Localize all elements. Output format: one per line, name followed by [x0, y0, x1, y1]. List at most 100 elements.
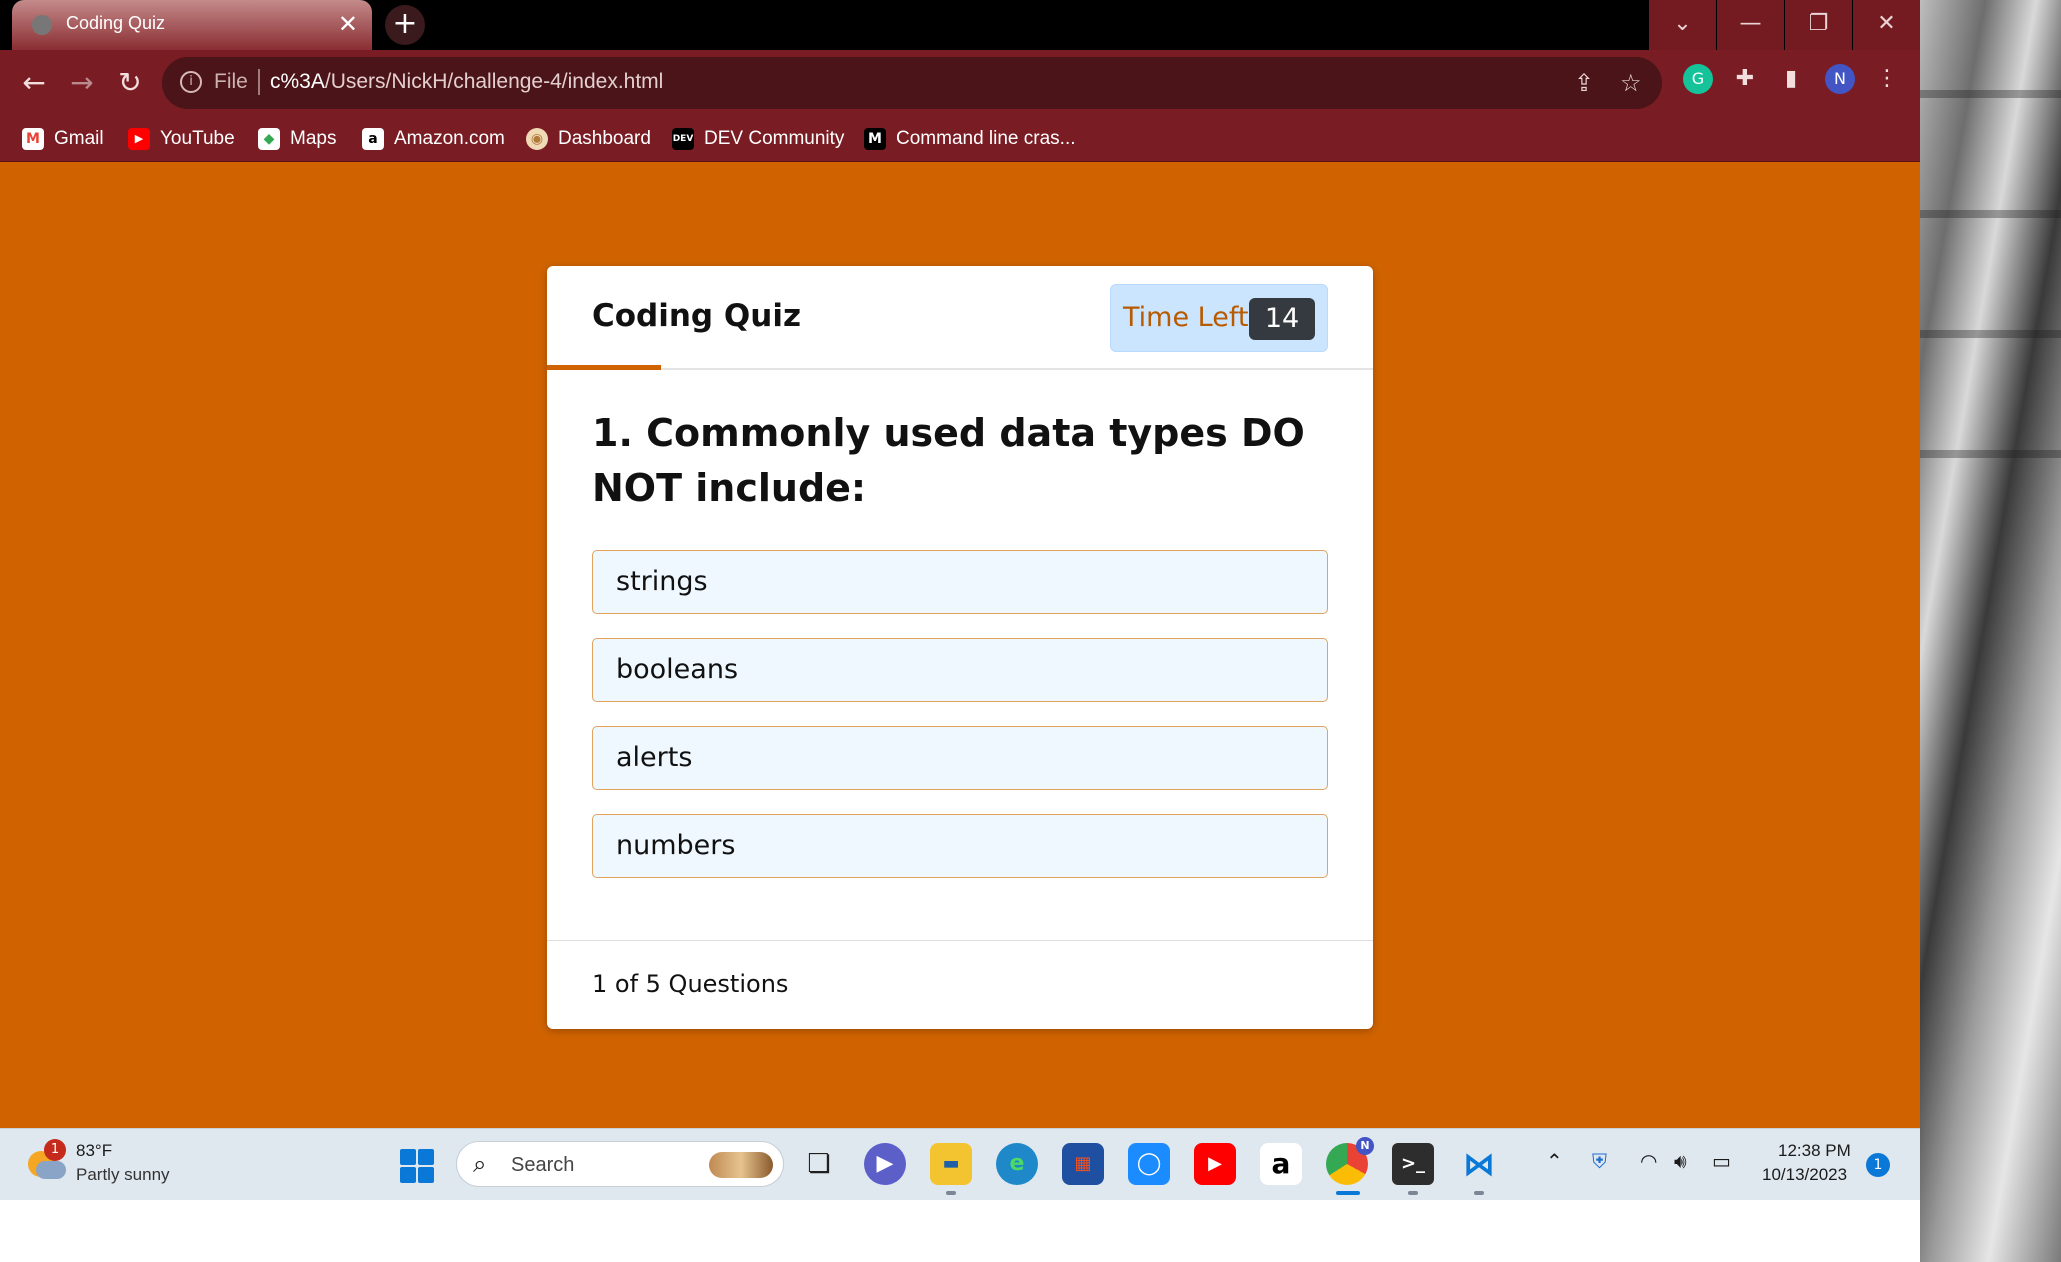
- wallpaper-stripe: [1920, 450, 2061, 458]
- start-windows-icon[interactable]: [400, 1149, 434, 1183]
- scheme-label: File: [214, 70, 248, 93]
- kebab-menu-icon[interactable]: ⋮: [1872, 64, 1902, 94]
- active-indicator: [1336, 1191, 1360, 1195]
- teams-chat-icon[interactable]: ▶: [864, 1143, 906, 1185]
- new-tab-button[interactable]: +: [385, 5, 425, 45]
- answer-option[interactable]: strings: [592, 550, 1328, 614]
- bookmark-command-line[interactable]: M Command line cras...: [864, 127, 1076, 151]
- youtube-app-icon[interactable]: ▶: [1194, 1143, 1236, 1185]
- amazon-app-icon[interactable]: a: [1260, 1143, 1302, 1185]
- question-text: 1. Commonly used data types DO NOT inclu…: [592, 411, 1305, 510]
- answer-option[interactable]: booleans: [592, 638, 1328, 702]
- clock-time[interactable]: 12:38 PM: [1778, 1141, 1851, 1161]
- quiz-footer: 1 of 5 Questions: [547, 940, 1373, 1029]
- timer-value: 14: [1249, 298, 1315, 340]
- timer-box: Time Left 14: [1110, 284, 1328, 352]
- medium-icon: M: [864, 128, 886, 150]
- quiz-title: Coding Quiz: [592, 298, 802, 334]
- bookmark-label: Amazon.com: [394, 128, 505, 149]
- security-shield-icon[interactable]: ⛨: [1592, 1149, 1607, 1173]
- restore-button[interactable]: ❐: [1784, 0, 1852, 50]
- weather-condition: Partly sunny: [76, 1165, 170, 1184]
- battery-icon[interactable]: ▭: [1712, 1149, 1731, 1173]
- notification-badge[interactable]: 1: [1866, 1153, 1890, 1177]
- bookmarks-bar: M Gmail ▶ YouTube ◆ Maps a Amazon.com ◉ …: [0, 116, 1920, 162]
- extensions-puzzle-icon[interactable]: ✚: [1730, 64, 1760, 94]
- close-tab-icon[interactable]: ✕: [338, 10, 358, 38]
- weather-widget[interactable]: 1: [28, 1139, 68, 1183]
- running-indicator: [1474, 1191, 1484, 1195]
- cloud-icon: [36, 1161, 66, 1179]
- reload-icon[interactable]: ↻: [110, 63, 150, 103]
- microsoft-store-icon[interactable]: ▦: [1062, 1143, 1104, 1185]
- share-icon[interactable]: ⇪: [1574, 69, 1594, 97]
- side-panel-icon[interactable]: ▮: [1776, 64, 1806, 94]
- bookmark-label: YouTube: [160, 128, 235, 149]
- bookmark-label: Gmail: [54, 128, 104, 149]
- bookmark-gmail[interactable]: M Gmail: [22, 127, 104, 151]
- alexa-icon[interactable]: ◯: [1128, 1143, 1170, 1185]
- address-bar[interactable]: i File c%3A/Users/NickH/challenge-4/inde…: [162, 57, 1662, 109]
- chrome-profile-badge: N: [1356, 1137, 1374, 1155]
- bookmark-label: Command line cras...: [896, 128, 1076, 149]
- url-host: c%3A: [270, 70, 325, 93]
- maps-icon: ◆: [258, 128, 280, 150]
- answer-option[interactable]: alerts: [592, 726, 1328, 790]
- question-counter: 1 of 5 Questions: [592, 970, 789, 998]
- close-window-button[interactable]: ✕: [1852, 0, 1920, 50]
- bookmark-star-icon[interactable]: ☆: [1620, 69, 1642, 97]
- vscode-icon[interactable]: ⋈: [1458, 1143, 1500, 1185]
- bookmark-label: Maps: [290, 128, 337, 149]
- forward-arrow-icon[interactable]: →: [62, 63, 102, 103]
- weather-badge: 1: [44, 1139, 66, 1161]
- dev-icon: DEV: [672, 128, 694, 150]
- youtube-icon: ▶: [128, 128, 150, 150]
- windows-taskbar: 1 83°F Partly sunny ⌕ Search ❏ ▶ ▬ e ▦ ◯…: [0, 1128, 1920, 1200]
- wifi-icon[interactable]: ◠: [1640, 1149, 1657, 1173]
- minimize-button[interactable]: —: [1716, 0, 1784, 50]
- search-label: Search: [511, 1154, 575, 1176]
- bookmark-dashboard[interactable]: ◉ Dashboard: [526, 127, 651, 151]
- bookmark-maps[interactable]: ◆ Maps: [258, 127, 336, 151]
- answer-option[interactable]: numbers: [592, 814, 1328, 878]
- wallpaper-stripe: [1920, 90, 2061, 98]
- chevron-up-icon[interactable]: ⌃: [1546, 1149, 1563, 1173]
- chrome-icon[interactable]: N: [1326, 1137, 1374, 1185]
- quiz-header: Coding Quiz Time Left 14: [547, 266, 1373, 370]
- info-icon[interactable]: i: [180, 71, 202, 93]
- bookmark-amazon[interactable]: a Amazon.com: [362, 127, 505, 151]
- taskbar-search[interactable]: ⌕ Search: [456, 1141, 784, 1187]
- volume-icon[interactable]: 🔊︎: [1674, 1149, 1687, 1173]
- page-body: Coding Quiz Time Left 14 1. Commonly use…: [0, 162, 1920, 1128]
- tab-search-button[interactable]: ⌄: [1648, 0, 1716, 50]
- url-path: /Users/NickH/challenge-4/index.html: [324, 70, 664, 93]
- profile-avatar[interactable]: N: [1825, 64, 1855, 94]
- globe-icon: [32, 15, 52, 35]
- omnibox-divider: [258, 69, 260, 95]
- bookmark-dev-community[interactable]: DEV DEV Community: [672, 127, 844, 151]
- gmail-icon: M: [22, 128, 44, 150]
- dashboard-icon: ◉: [526, 128, 548, 150]
- answer-options: strings booleans alerts numbers: [592, 550, 1328, 902]
- running-indicator: [946, 1191, 956, 1195]
- clock-date[interactable]: 10/13/2023: [1762, 1165, 1847, 1185]
- tab-title: Coding Quiz: [66, 13, 166, 33]
- desktop-wallpaper: [1920, 0, 2061, 1262]
- file-explorer-icon[interactable]: ▬: [930, 1143, 972, 1185]
- terminal-icon[interactable]: >_: [1392, 1143, 1434, 1185]
- tab-coding-quiz[interactable]: Coding Quiz ✕: [12, 0, 372, 50]
- running-indicator: [1408, 1191, 1418, 1195]
- edge-icon[interactable]: e: [996, 1143, 1038, 1185]
- bookmark-label: DEV Community: [704, 128, 845, 149]
- bookmark-youtube[interactable]: ▶ YouTube: [128, 127, 235, 151]
- grammarly-icon[interactable]: G: [1683, 64, 1713, 94]
- weather-temperature: 83°F: [76, 1141, 113, 1160]
- amazon-icon: a: [362, 128, 384, 150]
- screen: Coding Quiz ✕ + ⌄ — ❐ ✕ ← → ↻ i File c%3…: [0, 0, 2061, 1262]
- task-view-icon[interactable]: ❏: [798, 1143, 840, 1185]
- window-controls: ⌄ — ❐ ✕: [1648, 0, 1920, 50]
- timer-label: Time Left: [1123, 302, 1249, 333]
- bookmark-label: Dashboard: [558, 128, 651, 149]
- url-text[interactable]: c%3A/Users/NickH/challenge-4/index.html: [270, 70, 663, 94]
- back-arrow-icon[interactable]: ←: [14, 63, 54, 103]
